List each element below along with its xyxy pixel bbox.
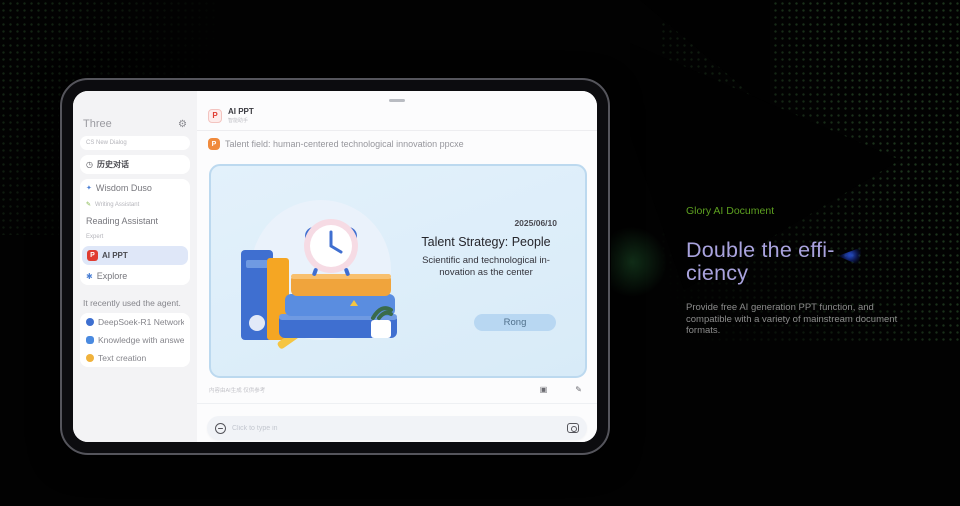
- camera-icon[interactable]: [567, 423, 579, 433]
- message-footer: 内容由AI生成 仅供参考 ▣ ✎: [209, 385, 587, 394]
- product-eyebrow: Glory AI Document: [686, 205, 775, 217]
- drag-handle[interactable]: [389, 99, 405, 102]
- page-background: 10:08 Three ⚙ CS New Dialog ◷: [0, 0, 960, 506]
- sidebar-header: Three ⚙: [80, 118, 190, 136]
- export-icon[interactable]: ▣: [540, 385, 548, 394]
- recent-label: DeepSoek-R1 Networking Edition: [98, 317, 184, 327]
- slide-subtitle: Scientific and technological in- novatio…: [401, 255, 571, 279]
- slide-preview-card[interactable]: 2025/06/10 Talent Strategy: People Scien…: [209, 164, 587, 378]
- app-title: AI PPT: [228, 107, 254, 116]
- ai-ppt-logo-icon: P: [208, 108, 222, 123]
- explore-icon: ✱: [86, 271, 93, 281]
- recent-label: Text creation: [98, 353, 147, 363]
- heading-line2: ciency: [686, 261, 749, 285]
- chat-input[interactable]: [232, 424, 561, 432]
- tablet-screen: 10:08 Three ⚙ CS New Dialog ◷: [73, 91, 597, 442]
- app-header: P AI PPT 智能助手: [197, 91, 597, 130]
- query-text: Talent field: human-centered technologic…: [225, 139, 464, 149]
- slide-title: Talent Strategy: People: [421, 235, 551, 249]
- recent-item-text-creation[interactable]: Text creation: [80, 349, 190, 367]
- ppt-icon: P: [87, 250, 98, 261]
- main-panel: P AI PPT 智能助手 P Talent field: human-cent…: [197, 91, 597, 442]
- recent-list: DeepSoek-R1 Networking Edition Knowledge…: [80, 313, 190, 367]
- agent-label: Explore: [96, 271, 128, 281]
- sidebar-title: Three: [83, 118, 112, 130]
- edit-icon[interactable]: ✎: [575, 385, 582, 394]
- ai-disclaimer: 内容由AI生成 仅供参考: [209, 387, 266, 394]
- slide-date: 2025/06/10: [514, 218, 557, 228]
- chat-input-bar[interactable]: [207, 416, 587, 440]
- recent-item-knowledge[interactable]: Knowledge with answer: [80, 331, 190, 349]
- heading-line1: Double the effi-: [686, 238, 835, 262]
- new-dialog-label: CS New Dialog: [86, 140, 127, 146]
- tablet-frame: 10:08 Three ⚙ CS New Dialog ◷: [60, 78, 610, 455]
- pen-icon: ✎: [86, 202, 92, 208]
- knowledge-icon: [86, 336, 94, 344]
- sidebar-item-ai-ppt[interactable]: P AI PPT: [82, 246, 188, 265]
- gear-icon[interactable]: ⚙: [178, 119, 187, 130]
- marketing-copy: Glory AI Document Double the effi- cienc…: [686, 205, 921, 337]
- recent-label: Knowledge with answer: [98, 335, 184, 345]
- sidebar-item-wisdom-duso[interactable]: ✦ Wisdom Duso: [80, 179, 190, 197]
- recent-item-deepsoek[interactable]: DeepSoek-R1 Networking Edition: [80, 313, 190, 331]
- input-divider: [197, 403, 597, 404]
- agent-label: AI PPT: [102, 251, 128, 260]
- sidebar-item-explore[interactable]: ✱ Explore: [80, 267, 190, 285]
- sidebar-item-writing-assistant[interactable]: ✎ Writing Assistant: [80, 197, 190, 212]
- books-clock-illustration: [241, 200, 397, 349]
- sidebar: Three ⚙ CS New Dialog ◷ 历史对话 ✦ Wisdom Du…: [73, 91, 197, 442]
- slide-subtitle-line2: novation as the center: [439, 266, 533, 278]
- history-button[interactable]: ◷ 历史对话: [80, 155, 190, 174]
- clock-icon: ◷: [86, 160, 93, 169]
- slide-subtitle-line1: Scientific and technological in-: [422, 255, 550, 266]
- agent-label: Writing Assistant: [95, 201, 140, 208]
- agent-label: Wisdom Duso: [95, 183, 152, 193]
- text-creation-icon: [86, 354, 94, 362]
- rong-button[interactable]: Rong: [474, 314, 556, 331]
- marketing-heading: Double the effi- ciency: [686, 238, 921, 285]
- new-dialog-button[interactable]: CS New Dialog: [80, 136, 190, 150]
- recent-agents-title: It recently used the agent.: [83, 298, 181, 308]
- sidebar-item-reading-assistant[interactable]: Reading Assistant: [80, 212, 190, 230]
- marketing-body: Provide free AI generation PPT function,…: [686, 302, 898, 337]
- history-label: 历史对话: [96, 160, 129, 169]
- deepsoek-icon: [86, 318, 94, 326]
- user-query: P Talent field: human-centered technolog…: [197, 131, 597, 155]
- voice-icon[interactable]: [215, 422, 226, 434]
- app-subtitle: 智能助手: [228, 118, 249, 124]
- agent-label: Reading Assistant: [86, 216, 159, 226]
- sidebar-item-expert[interactable]: Expert: [80, 230, 190, 244]
- agent-list: ✦ Wisdom Duso ✎ Writing Assistant Readin…: [80, 179, 190, 285]
- wisdom-icon: ✦: [86, 185, 92, 192]
- agent-label: Expert: [86, 234, 104, 240]
- query-ppt-icon: P: [208, 138, 220, 150]
